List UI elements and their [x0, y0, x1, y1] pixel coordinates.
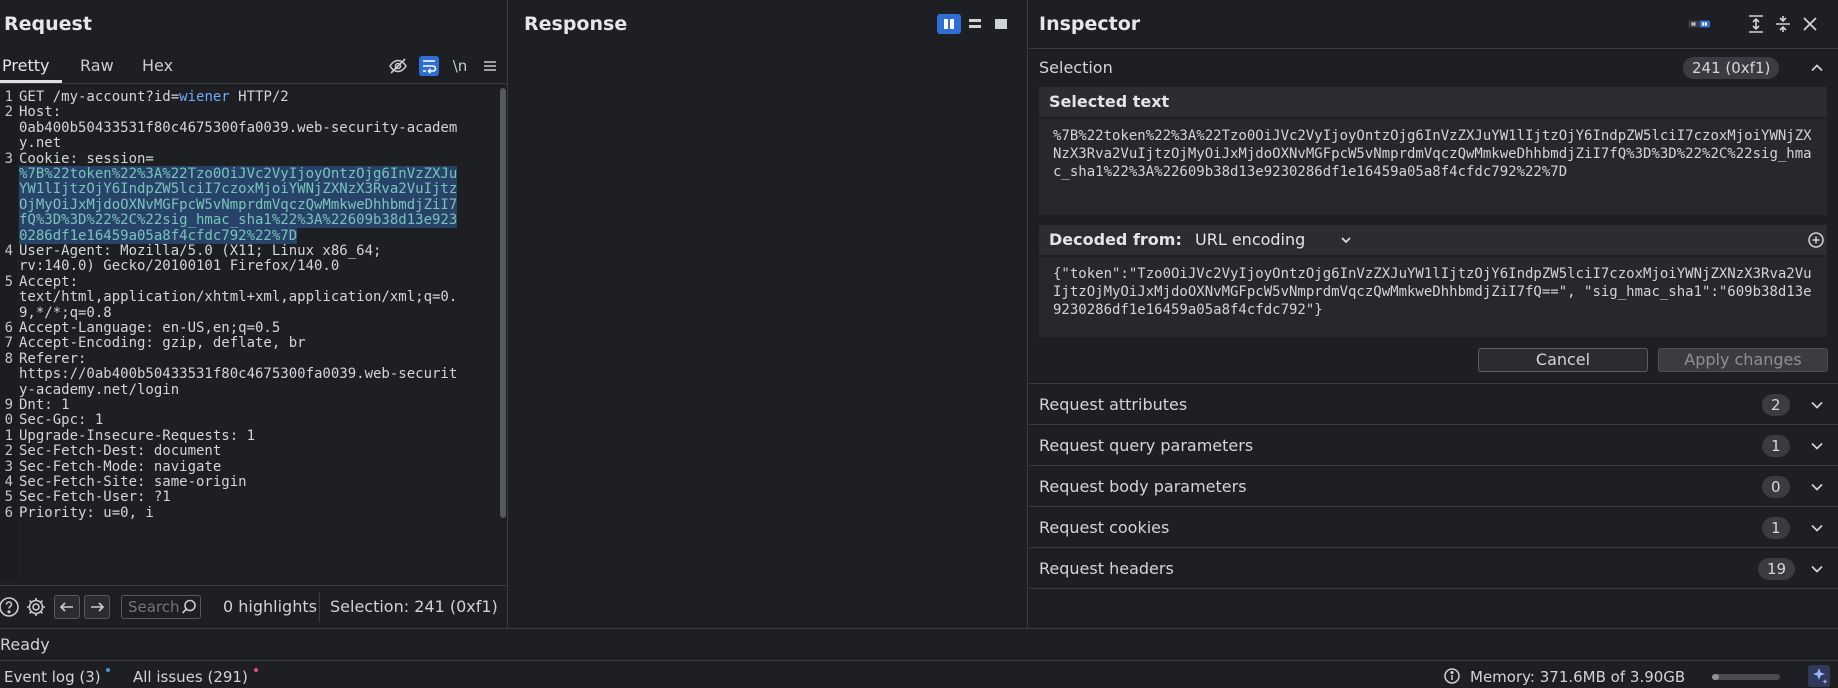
selected-text-label: Selected text — [1049, 92, 1170, 111]
close-icon[interactable] — [1799, 13, 1821, 35]
selection-section-header[interactable]: Selection 241 (0xf1) — [1029, 48, 1838, 86]
line-number-gutter: 1234567890123456 — [0, 86, 17, 578]
param-value: wiener — [179, 89, 230, 105]
menu-icon[interactable] — [480, 56, 500, 76]
section-count-badge: 19 — [1758, 558, 1796, 580]
event-log-indicator — [106, 668, 110, 672]
chevron-down-icon[interactable] — [1808, 560, 1826, 578]
decoded-from-label: Decoded from: — [1049, 230, 1182, 249]
active-tab-indicator — [0, 80, 62, 83]
issues-indicator — [254, 668, 258, 672]
chevron-up-icon[interactable] — [1808, 59, 1826, 77]
decoding-type-select[interactable]: URL encoding — [1195, 230, 1305, 249]
inspector-section-request-body-parameters[interactable]: Request body parameters 0 — [1029, 465, 1838, 506]
code-text: 0ab400b50433531f80c4675300fa0039.web-sec… — [19, 119, 458, 136]
decoded-from-header: Decoded from: URL encoding — [1039, 225, 1827, 255]
chevron-down-icon[interactable] — [1339, 233, 1353, 247]
chevron-down-icon[interactable] — [1808, 437, 1826, 455]
section-count-badge: 0 — [1762, 476, 1790, 498]
request-bottom-bar: 0 highlights Selection: 241 (0xf1) — [0, 585, 508, 625]
memory-usage: Memory: 371.6MB of 3.90GB — [1470, 668, 1686, 686]
request-title: Request — [4, 13, 92, 35]
selection-info: Selection: 241 (0xf1) — [330, 597, 498, 616]
search-icon — [180, 598, 198, 616]
inspector-layout-toggle — [1688, 13, 1738, 35]
code-text: HTTP/2 — [229, 89, 289, 105]
section-label: Request cookies — [1039, 518, 1170, 537]
memory-bar-fill — [1712, 674, 1719, 680]
code-line: 0ab400b50433531f80c4675300fa0039.web-sec… — [19, 119, 457, 137]
chevron-down-icon[interactable] — [1808, 519, 1826, 537]
tab-raw[interactable]: Raw — [80, 56, 114, 75]
inspector-title: Inspector — [1039, 13, 1141, 35]
request-editor[interactable]: 1234567890123456 GET /my-account?id=wien… — [0, 86, 508, 578]
inspector-section-request-cookies[interactable]: Request cookies 1 — [1029, 506, 1838, 547]
collapse-all-icon[interactable] — [1772, 13, 1794, 35]
line-number: 2 — [4, 104, 13, 121]
inspector-section-request-query-parameters[interactable]: Request query parameters 1 — [1029, 424, 1838, 465]
response-title: Response — [524, 13, 628, 35]
code-text: Priority: u=0, i — [19, 504, 154, 521]
all-issues-link[interactable]: All issues (291) — [133, 668, 248, 686]
cancel-button[interactable]: Cancel — [1478, 348, 1648, 372]
layout-tabs-icon[interactable] — [989, 14, 1013, 34]
selected-text-box[interactable]: %7B%22token%22%3A%22Tzo0OiJVc2VyIjoyOntz… — [1039, 119, 1827, 215]
code-line: Priority: u=0, i — [19, 504, 154, 522]
line-number: 5 — [4, 273, 13, 290]
request-panel: Request Pretty Raw Hex \n 12345678901234… — [0, 0, 508, 628]
selected-text-header: Selected text — [1039, 87, 1827, 117]
line-number: 3 — [4, 150, 13, 167]
line-number: 8 — [4, 350, 13, 367]
expand-all-icon[interactable] — [1745, 13, 1767, 35]
section-label: Request attributes — [1039, 395, 1188, 414]
section-count-badge: 2 — [1762, 394, 1790, 416]
hide-nonprintable-icon[interactable] — [388, 56, 408, 76]
line-number: 6 — [4, 504, 13, 521]
status-bar: Ready — [0, 628, 1838, 660]
selection-count-badge: 241 (0xf1) — [1683, 57, 1780, 79]
inspector-panel: Inspector Selection 241 (0xf1) Selected … — [1029, 0, 1838, 628]
section-label: Request query parameters — [1039, 436, 1254, 455]
word-wrap-icon[interactable] — [419, 56, 439, 76]
newline-icon[interactable]: \n — [450, 56, 470, 76]
ai-assistant-icon[interactable] — [1808, 665, 1830, 687]
request-tabs: Pretty Raw Hex \n — [0, 48, 508, 84]
previous-match-button[interactable] — [54, 595, 80, 619]
next-match-button[interactable] — [84, 595, 110, 619]
layout-stacked-icon[interactable] — [963, 14, 987, 34]
status-text: Ready — [0, 635, 50, 654]
event-log-link[interactable]: Event log (3) — [4, 668, 101, 686]
inspector-section-request-headers[interactable]: Request headers 19 — [1029, 547, 1838, 588]
response-panel: Response — [509, 0, 1028, 628]
highlights-count: 0 highlights — [223, 597, 317, 616]
editor-scrollbar[interactable] — [500, 88, 506, 518]
section-count-badge: 1 — [1762, 517, 1790, 539]
memory-bar — [1712, 674, 1780, 680]
section-count-badge: 1 — [1762, 435, 1790, 457]
divider — [319, 592, 320, 622]
info-icon[interactable] — [1443, 667, 1461, 685]
burp-repeater-window: Request Pretty Raw Hex \n 12345678901234… — [0, 0, 1838, 688]
section-label: Request body parameters — [1039, 477, 1247, 496]
decoded-text-box[interactable]: {"token":"Tzo0OiJVc2VyIjoyOntzOjg6InVzZX… — [1039, 257, 1827, 337]
add-decoding-icon[interactable] — [1807, 231, 1825, 249]
chevron-down-icon[interactable] — [1808, 396, 1826, 414]
chevron-down-icon[interactable] — [1808, 478, 1826, 496]
settings-gear-icon[interactable] — [25, 596, 47, 618]
sections-bottom-border — [1029, 588, 1838, 589]
section-label: Request headers — [1039, 559, 1174, 578]
apply-changes-button[interactable]: Apply changes — [1658, 348, 1828, 372]
selection-label: Selection — [1039, 58, 1113, 77]
footer-bar: Event log (3) All issues (291) Memory: 3… — [0, 660, 1838, 688]
help-icon[interactable] — [0, 596, 20, 618]
tab-hex[interactable]: Hex — [142, 56, 173, 75]
tab-pretty[interactable]: Pretty — [2, 56, 49, 75]
line-number: 4 — [4, 243, 13, 259]
inspector-section-request-attributes[interactable]: Request attributes 2 — [1029, 383, 1838, 424]
layout-side-by-side-icon[interactable] — [937, 14, 961, 34]
